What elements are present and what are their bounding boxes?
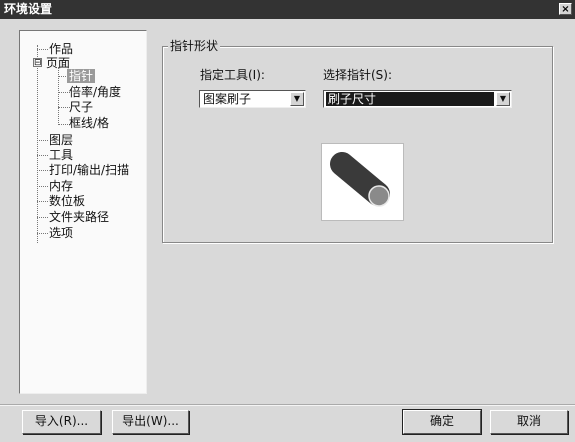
tree-item-print-output-scan[interactable]: 打印/输出/扫描 bbox=[49, 163, 129, 177]
tree-connector bbox=[37, 233, 48, 234]
tree-connector bbox=[37, 186, 48, 187]
brush-size-pointer-icon bbox=[330, 152, 390, 207]
cancel-button[interactable]: 取消 bbox=[490, 410, 568, 434]
tree-connector bbox=[37, 155, 48, 156]
tree-connector bbox=[37, 217, 48, 218]
tree-connector bbox=[37, 140, 48, 141]
tree-item-page[interactable]: 页面 bbox=[46, 56, 70, 70]
tree-item-zoom-angle[interactable]: 倍率/角度 bbox=[69, 85, 121, 99]
tree-item-pointer[interactable]: 指针 bbox=[67, 69, 96, 83]
pointer-label: 选择指针(S): bbox=[323, 68, 393, 82]
tree-connector bbox=[37, 170, 48, 171]
window-title: 环境设置 bbox=[4, 2, 53, 16]
tree-item-works[interactable]: 作品 bbox=[49, 42, 73, 56]
close-icon[interactable]: × bbox=[559, 3, 572, 15]
tree-item-layers[interactable]: 图层 bbox=[49, 133, 73, 147]
pointer-select-value: 刷子尺寸 bbox=[326, 92, 494, 106]
tree-connector bbox=[37, 45, 38, 243]
tree-item-tablet[interactable]: 数位板 bbox=[49, 194, 85, 208]
tree-connector bbox=[37, 201, 48, 202]
pointer-select[interactable]: 刷子尺寸 ▼ bbox=[323, 90, 512, 108]
tree-item-frame-grid[interactable]: 框线/格 bbox=[69, 116, 109, 130]
pointer-preview bbox=[321, 143, 404, 221]
title-bar: 环境设置 × bbox=[0, 0, 575, 19]
tree-item-memory[interactable]: 内存 bbox=[49, 179, 73, 193]
tree-item-options[interactable]: 选项 bbox=[49, 226, 73, 240]
tree-item-folder-path[interactable]: 文件夹路径 bbox=[49, 210, 109, 224]
tree-connector bbox=[37, 49, 48, 50]
group-title: 指针形状 bbox=[168, 39, 221, 53]
import-button[interactable]: 导入(R)... bbox=[22, 410, 101, 434]
collapse-icon[interactable]: ⊟ bbox=[33, 58, 42, 68]
tree-item-tools[interactable]: 工具 bbox=[49, 148, 73, 162]
ok-button[interactable]: 确定 bbox=[402, 409, 482, 435]
chevron-down-icon[interactable]: ▼ bbox=[496, 92, 510, 106]
export-button[interactable]: 导出(W)... bbox=[112, 410, 189, 434]
tool-label: 指定工具(I): bbox=[200, 68, 265, 82]
chevron-down-icon[interactable]: ▼ bbox=[290, 92, 304, 106]
tool-select[interactable]: 图案刷子 ▼ bbox=[199, 90, 306, 108]
tool-select-value: 图案刷子 bbox=[203, 92, 252, 106]
tree-item-ruler[interactable]: 尺子 bbox=[69, 100, 93, 114]
category-tree[interactable]: ⊟ 作品 页面 指针 倍率/角度 尺子 框线/格 图层 工具 打印/输出/扫描 … bbox=[19, 30, 147, 394]
footer-divider bbox=[0, 404, 575, 406]
